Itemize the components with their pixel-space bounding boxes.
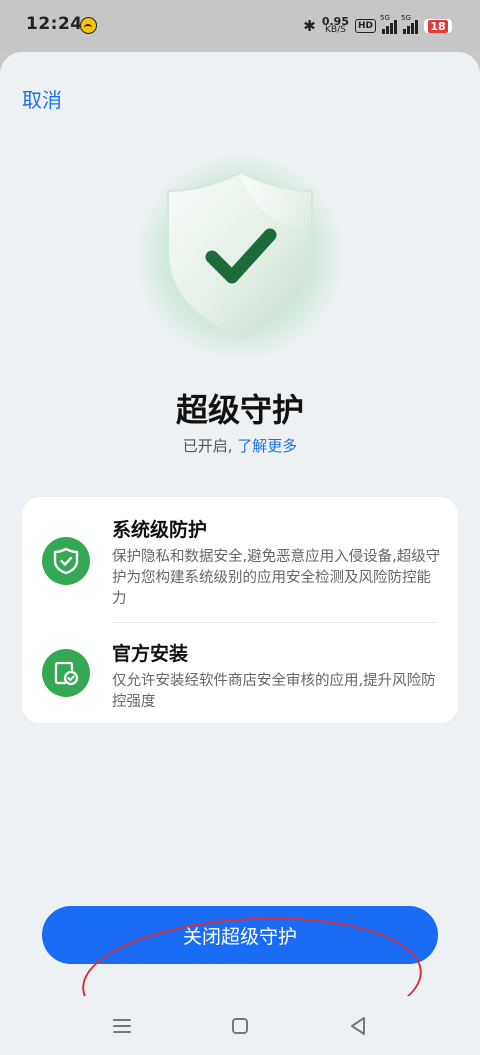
app-notification-icon	[80, 17, 97, 34]
battery-level: 18	[428, 19, 448, 33]
install-check-icon	[42, 649, 90, 697]
shield-check-icon	[167, 171, 313, 341]
battery-icon: 18	[424, 19, 452, 33]
back-icon[interactable]	[346, 1014, 370, 1038]
divider	[112, 622, 436, 623]
signal-icon-2: 5G	[401, 14, 418, 34]
signal-icon: 5G	[380, 14, 397, 34]
menu-icon[interactable]	[110, 1014, 134, 1038]
home-icon[interactable]	[228, 1014, 252, 1038]
learn-more-link[interactable]: 了解更多	[237, 437, 297, 455]
page-title: 超级守护	[175, 391, 304, 429]
status-time: 12:24	[26, 14, 83, 34]
feature-title: 官方安装	[112, 643, 189, 665]
status-line: 已开启, 了解更多	[0, 435, 480, 456]
shield-illustration	[130, 147, 350, 367]
cancel-button[interactable]: 取消	[22, 84, 62, 113]
turn-off-super-protection-button[interactable]: 关闭超级守护	[42, 906, 438, 964]
bluetooth-icon: ✱	[303, 17, 316, 35]
signal-label: 5G	[380, 14, 390, 22]
features-card: 系统级防护 保护隐私和数据安全,避免恶意应用入侵设备,超级守护为您构建系统级别的…	[22, 497, 458, 723]
status-indicators: ✱ 0.95 KB/S HD 5G 5G 18	[303, 14, 452, 38]
status-text: 已开启,	[182, 437, 233, 455]
navigation-bar	[0, 996, 480, 1055]
feature-description: 保护隐私和数据安全,避免恶意应用入侵设备,超级守护为您构建系统级别的应用安全检测…	[112, 549, 441, 607]
super-protection-sheet: 取消 超级守护 已开启, 了解更多 系统级防护 保护隐私和数据安全,避免恶意应用…	[0, 52, 480, 1051]
network-speed: 0.95 KB/S	[322, 16, 349, 35]
shield-check-icon	[42, 537, 90, 585]
signal-label-2: 5G	[401, 14, 411, 22]
feature-title: 系统级防护	[112, 519, 208, 541]
hd-badge: HD	[354, 19, 376, 33]
feature-description: 仅允许安装经软件商店安全审核的应用,提升风险防控强度	[112, 673, 436, 710]
status-bar: 12:24 ✱ 0.95 KB/S HD 5G 5G 18	[0, 0, 480, 52]
network-speed-unit: KB/S	[325, 25, 346, 35]
